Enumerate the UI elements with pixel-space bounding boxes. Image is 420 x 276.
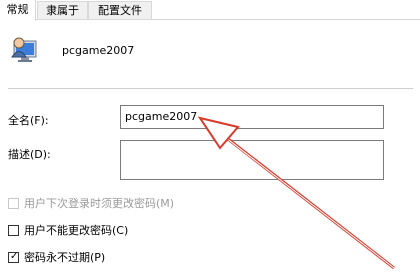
section-divider bbox=[8, 88, 413, 89]
user-name: pcgame2007 bbox=[62, 44, 135, 57]
cannot-change-password-checkbox[interactable] bbox=[8, 225, 19, 236]
user-account-icon bbox=[11, 37, 37, 62]
tab-strip-border bbox=[0, 19, 420, 20]
checkmark-icon: ✓ bbox=[10, 251, 19, 262]
description-label: 描述(D): bbox=[8, 148, 51, 161]
must-change-password-checkbox bbox=[8, 198, 19, 209]
tab-strip: 常规 隶属于 配置文件 bbox=[0, 0, 420, 21]
tab-member-of[interactable]: 隶属于 bbox=[37, 1, 88, 19]
password-never-expires-checkbox[interactable]: ✓ bbox=[8, 251, 19, 263]
fullname-label: 全名(F): bbox=[8, 114, 49, 127]
fullname-field[interactable]: pcgame2007 bbox=[120, 105, 384, 129]
tab-profile[interactable]: 配置文件 bbox=[88, 1, 152, 19]
description-field[interactable] bbox=[120, 140, 384, 180]
must-change-password-label: 用户下次登录时须更改密码(M) bbox=[24, 197, 175, 210]
cannot-change-password-label[interactable]: 用户不能更改密码(C) bbox=[24, 224, 128, 238]
tab-general[interactable]: 常规 bbox=[0, 0, 36, 21]
password-never-expires-label[interactable]: 密码永不过期(P) bbox=[24, 251, 105, 265]
